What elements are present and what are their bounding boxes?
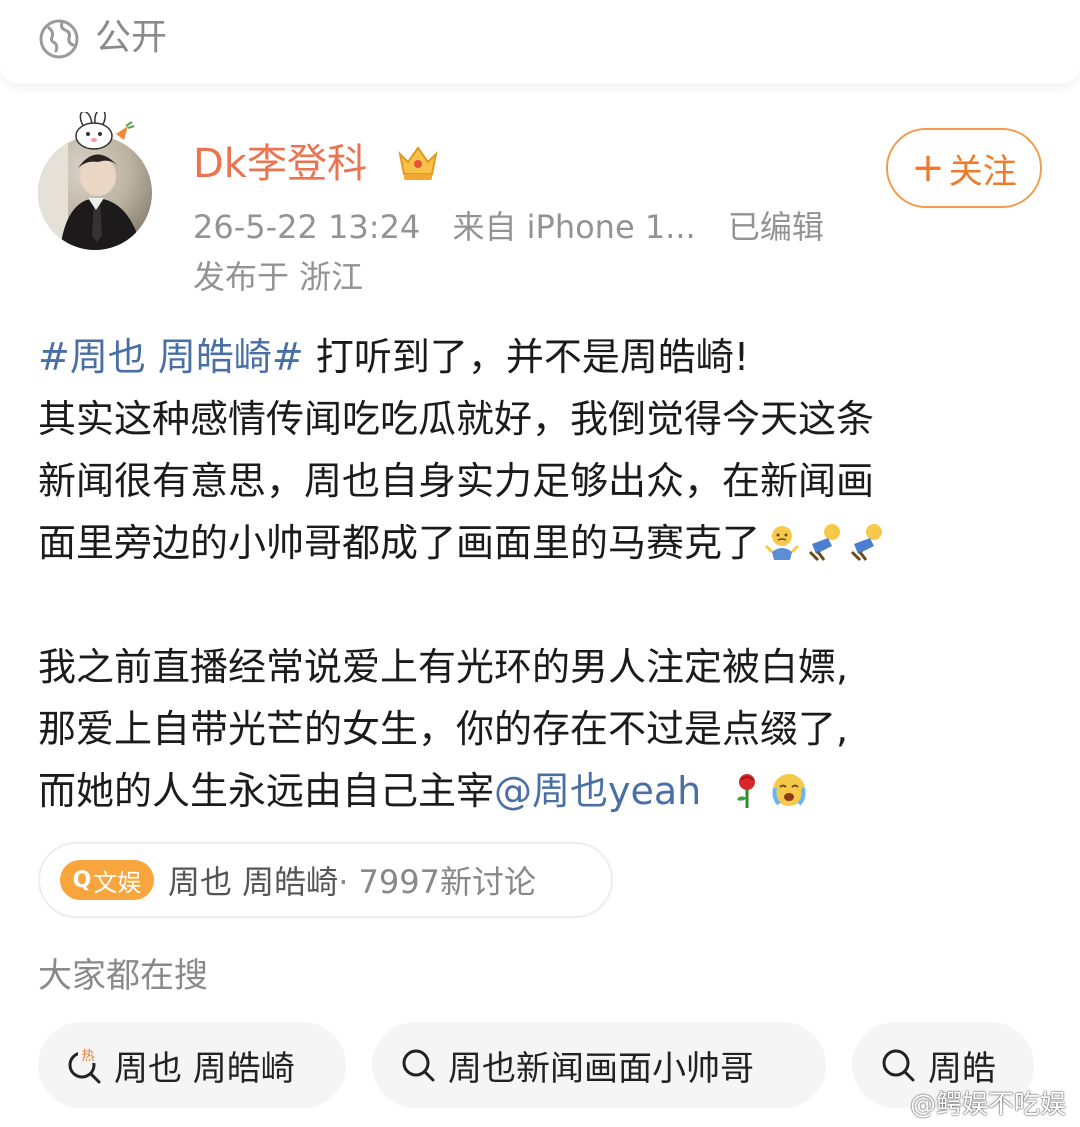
post-text: 打听到了，并不是周皓崎! bbox=[303, 335, 750, 379]
search-icon bbox=[882, 1049, 915, 1082]
topic-name: 周也 周皓崎 bbox=[168, 863, 339, 901]
post-text: 其实这种感情传闻吃吃瓜就好，我倒觉得今天这条 bbox=[38, 397, 875, 441]
shrug-emoji-icon bbox=[764, 526, 800, 560]
kneel-emoji-icon bbox=[850, 524, 883, 562]
post-text: 而她的人生永远由自己主宰 bbox=[38, 769, 495, 813]
visibility-label: 公开 bbox=[95, 17, 168, 58]
bunny-avatar-frame-icon bbox=[75, 112, 135, 150]
search-chip[interactable]: 热 周也 周皓崎 bbox=[38, 1022, 346, 1108]
post-timestamp: 26-5-22 13:24 bbox=[193, 208, 421, 246]
crown-icon bbox=[398, 146, 438, 180]
topic-badge: Q 文娱 bbox=[60, 860, 154, 900]
post-body: #周也 周皓崎# 打听到了，并不是周皓崎! 其实这种感情传闻吃吃瓜就好，我倒觉得… bbox=[38, 326, 1048, 822]
search-chip-label: 周也 周皓崎 bbox=[114, 1048, 295, 1089]
watermark: @鳄娱不吃娱 bbox=[909, 1090, 1066, 1120]
search-chip-label: 周也新闻画面小帅哥 bbox=[448, 1048, 754, 1089]
post-text: 新闻很有意思，周也自身实力足够出众，在新闻画 bbox=[38, 459, 875, 503]
topic-badge-label: 文娱 bbox=[93, 868, 142, 897]
post-location: 发布于 浙江 bbox=[193, 258, 364, 296]
trending-searches-heading: 大家都在搜 bbox=[38, 956, 208, 996]
post-text: 面里旁边的小帅哥都成了画面里的马赛克了 bbox=[38, 521, 761, 565]
kneel-emoji-icon bbox=[808, 524, 841, 562]
edited-label[interactable]: 已编辑 bbox=[728, 208, 824, 246]
search-chip-label: 周皓 bbox=[928, 1048, 996, 1089]
rose-emoji-icon bbox=[737, 774, 756, 808]
follow-label: 关注 bbox=[948, 151, 1017, 192]
visibility-bar: 公开 bbox=[0, 0, 1080, 84]
svg-text:热: 热 bbox=[81, 1049, 94, 1064]
globe-icon bbox=[39, 19, 79, 59]
mention-link[interactable]: @周也yeah bbox=[494, 769, 701, 813]
crying-emoji-icon bbox=[772, 774, 806, 806]
post-text: 那爱上自带光芒的女生，你的存在不过是点缀了, bbox=[38, 707, 849, 751]
search-icon: Q bbox=[72, 867, 92, 893]
post-text: 我之前直播经常说爱上有光环的男人注定被白嫖, bbox=[38, 645, 849, 689]
avatar[interactable] bbox=[38, 112, 156, 252]
follow-button[interactable]: + 关注 bbox=[886, 128, 1042, 208]
post-meta: 26-5-22 13:24 来自 iPhone 1... 已编辑 bbox=[193, 205, 846, 249]
avatar-photo bbox=[38, 136, 152, 250]
post-source: 来自 iPhone 1... bbox=[452, 208, 696, 246]
author-name[interactable]: Dk李登科 bbox=[193, 136, 367, 192]
search-chip[interactable]: 周也新闻画面小帅哥 bbox=[372, 1022, 826, 1108]
topic-chip[interactable]: Q 文娱 周也 周皓崎 · 7997新讨论 bbox=[38, 842, 613, 918]
search-icon bbox=[402, 1049, 435, 1082]
hot-search-icon: 热 bbox=[68, 1047, 101, 1084]
topic-count: · 7997新讨论 bbox=[338, 863, 536, 901]
plus-icon: + bbox=[911, 145, 945, 191]
hashtag-link[interactable]: #周也 周皓崎# bbox=[38, 335, 304, 379]
